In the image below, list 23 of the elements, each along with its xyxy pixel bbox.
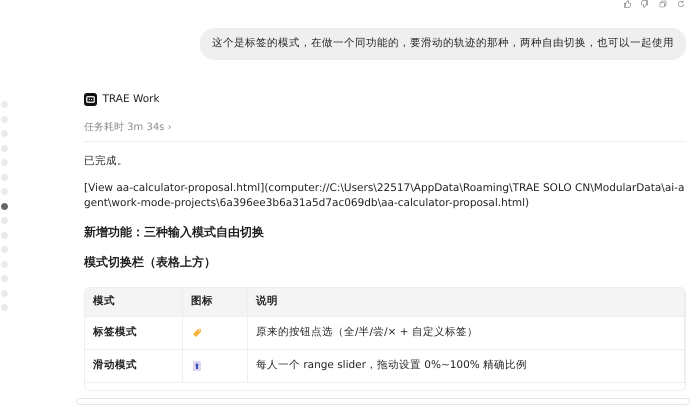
copy-icon[interactable] [658,0,668,8]
tag-icon [191,326,203,339]
paragraph: [View aa-calculator-proposal.html](computer://C:\Users\22517\AppData\Roaming\TRAE SOLO CN\ModularData\ai-agent\work-mode-projects\6a396ee3b6a31a5d7ac069db\aa-calculator-proposal.html) [84,180,686,211]
app-logo-icon [84,93,97,106]
column-header: 图标 [183,288,248,316]
task-duration[interactable]: 任务耗时 3m 34s [84,122,164,132]
table-cell: 滑动模式 [85,350,183,382]
column-header: 说明 [248,288,685,316]
table-cell: 原来的按钮点选（全/半/尝/× + 自定义标签） [248,316,685,349]
like-icon[interactable] [622,0,632,8]
dislike-icon[interactable] [640,0,650,8]
refresh-icon[interactable] [676,0,686,8]
timeline-dot[interactable] [1,202,8,210]
section-heading: 新增功能：三种输入模式自由切换 [84,224,265,242]
paragraph: 已完成。 [84,154,129,168]
user-message: 这个是标签的模式，在做一个同功能的，要滑动的轨迹的那种，两种自由切换，也可以一起使用 [200,28,686,60]
section-heading: 模式切换栏（表格上方） [84,254,217,272]
column-header: 模式 [85,288,183,316]
table-cell: 标签模式 [85,316,183,349]
agent-name: TRAE Work [102,92,160,107]
expand-icon[interactable]: › [168,122,172,132]
table-cell: 每人一个 range slider，拖动设置 0%~100% 精确比例 [248,350,685,382]
message-input-field[interactable] [76,398,690,405]
